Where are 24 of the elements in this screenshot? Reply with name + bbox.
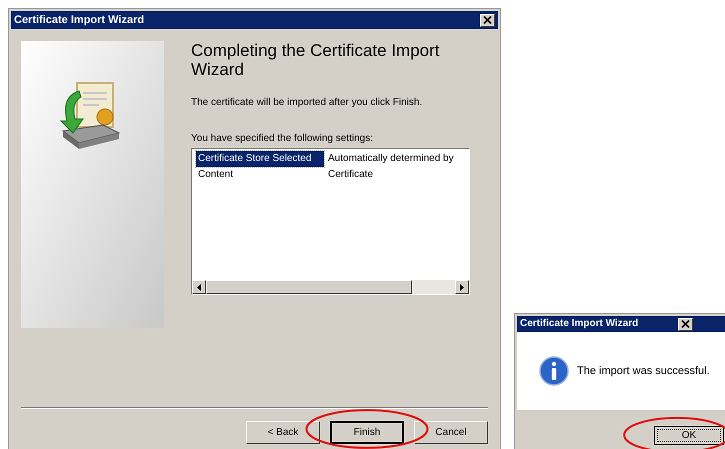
- page-heading: Completing the Certificate Import Wizard: [191, 41, 440, 79]
- settings-row[interactable]: Certificate Store Selected Automatically determined by: [196, 151, 465, 167]
- setting-value: Certificate: [327, 168, 374, 182]
- window-title: Certificate Import Wizard: [520, 319, 638, 329]
- dialog-button[interactable]: Finish: [330, 421, 404, 444]
- dialog-button[interactable]: < Back: [246, 421, 320, 444]
- ok-button[interactable]: OK: [654, 426, 724, 445]
- window-title: Certificate Import Wizard: [14, 14, 144, 26]
- settings-label: You have specified the following settings:: [191, 132, 374, 146]
- dialog-button[interactable]: Cancel: [414, 421, 488, 444]
- scroll-left-icon[interactable]: [192, 280, 206, 294]
- setting-name: Content: [197, 168, 234, 182]
- scroll-thumb[interactable]: [206, 280, 412, 294]
- close-icon[interactable]: [480, 14, 495, 26]
- close-icon[interactable]: [678, 318, 694, 330]
- info-icon: [539, 356, 569, 386]
- setting-name: Certificate Store Selected: [196, 151, 324, 167]
- setting-value: Automatically determined by: [327, 152, 454, 166]
- certificate-drive-icon: [59, 81, 123, 151]
- horizontal-scrollbar[interactable]: [192, 280, 469, 294]
- settings-row[interactable]: Content Certificate: [196, 167, 465, 183]
- scroll-right-icon[interactable]: [455, 280, 469, 294]
- description-text: The certificate will be imported after you click Finish.: [191, 96, 424, 110]
- message-text: The import was successful.: [577, 364, 710, 379]
